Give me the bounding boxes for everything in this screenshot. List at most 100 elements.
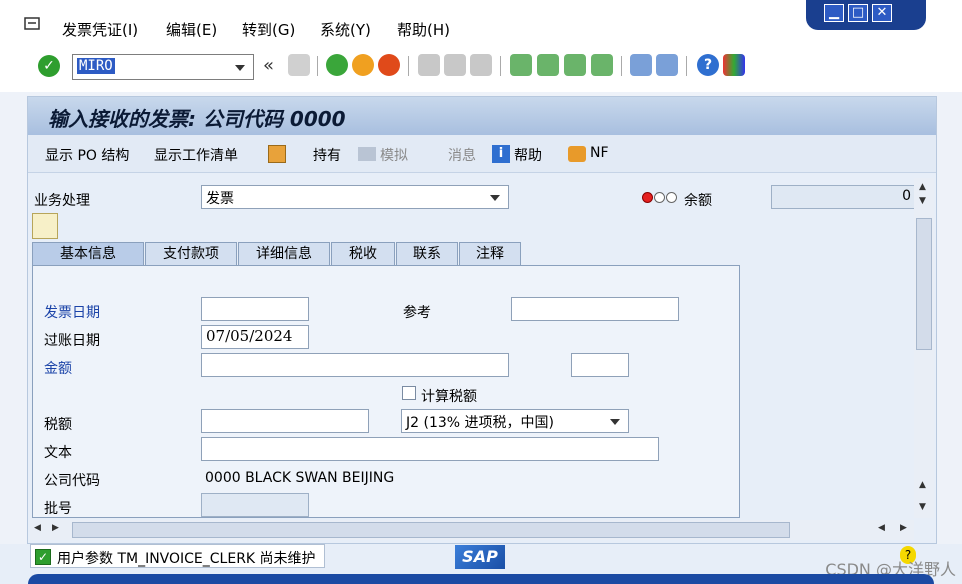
scroll-down-icon[interactable]: ▼ [919, 196, 926, 206]
currency-field[interactable] [571, 353, 629, 377]
company-code-label: 公司代码 [44, 473, 100, 489]
tab-details[interactable]: 详细信息 [238, 242, 330, 266]
tax-code-select[interactable]: J2 (13% 进项税，中国) [401, 409, 629, 433]
window-controls: ▁ □ ✕ [806, 0, 926, 30]
tab-payment[interactable]: 支付款项 [145, 242, 237, 266]
calc-tax-label: 计算税额 [421, 389, 477, 405]
tab-tax[interactable]: 税收 [331, 242, 395, 266]
shortcut-icon[interactable] [656, 54, 678, 76]
nf-button[interactable]: NF [568, 145, 609, 162]
toolbar-separator [686, 56, 687, 76]
help-button[interactable]: i 帮助 [492, 145, 542, 165]
layout-menu-icon[interactable] [723, 54, 745, 76]
scroll-left-icon[interactable]: ◀ [878, 523, 885, 533]
help-icon[interactable]: ? [697, 54, 719, 76]
scroll-up-icon[interactable]: ▲ [919, 480, 926, 490]
close-icon[interactable]: ✕ [872, 4, 892, 22]
exit-icon[interactable] [352, 54, 374, 76]
text-field[interactable] [201, 437, 659, 461]
status-message-text: 用户参数 TM_INVOICE_CLERK 尚未维护 [57, 551, 316, 567]
window-menu-icon[interactable] [24, 17, 44, 33]
first-page-icon[interactable] [510, 54, 532, 76]
transaction-label: 业务处理 [34, 193, 90, 209]
scroll-thumb[interactable] [916, 218, 932, 350]
layout-toggle-icon[interactable] [32, 213, 58, 239]
tab-basic-data[interactable]: 基本信息 [32, 242, 144, 266]
cancel-icon[interactable] [378, 54, 400, 76]
company-code-value: 0000 BLACK SWAN BEIJING [205, 470, 395, 486]
text-label: 文本 [44, 445, 72, 461]
toolbar-separator [500, 56, 501, 76]
tab-contact[interactable]: 联系 [396, 242, 458, 266]
scroll-down-icon[interactable]: ▼ [919, 502, 926, 512]
next-page-icon[interactable] [564, 54, 586, 76]
scroll-right-icon[interactable]: ▶ [52, 523, 59, 533]
sap-logo: SAP [455, 545, 505, 569]
maximize-icon[interactable]: □ [848, 4, 868, 22]
toolbar-separator [317, 56, 318, 76]
previous-page-icon[interactable] [537, 54, 559, 76]
menu-invoice-document[interactable]: 发票凭证(I) [62, 19, 138, 40]
collapse-command-icon[interactable]: « [263, 55, 274, 76]
menu-goto[interactable]: 转到(G) [242, 19, 295, 40]
reference-label: 参考 [403, 305, 431, 321]
balance-label: 余额 [684, 193, 712, 209]
tax-amount-label: 税额 [44, 417, 72, 433]
nf-icon [568, 146, 586, 162]
save-icon[interactable] [288, 54, 310, 76]
command-field-value: MIRO [77, 58, 115, 74]
batch-field [201, 493, 309, 517]
vertical-scrollbar[interactable]: ▲ ▼ ▲ ▼ [914, 178, 934, 518]
reference-field[interactable] [511, 297, 679, 321]
print-icon[interactable] [418, 54, 440, 76]
minimize-icon[interactable]: ▁ [824, 4, 844, 22]
success-check-icon: ✓ [35, 549, 51, 565]
info-icon: i [492, 145, 510, 163]
scroll-left-icon[interactable]: ◀ [34, 523, 41, 533]
status-message[interactable]: ✓ 用户参数 TM_INVOICE_CLERK 尚未维护 [30, 544, 325, 568]
amount-field[interactable] [201, 353, 509, 377]
posting-date-label: 过账日期 [44, 333, 100, 349]
scroll-right-icon[interactable]: ▶ [900, 523, 907, 533]
menu-help[interactable]: 帮助(H) [397, 19, 450, 40]
help-button-label: 帮助 [514, 148, 542, 164]
transaction-value: 发票 [206, 191, 234, 207]
show-worklist-button[interactable]: 显示工作清单 [154, 145, 238, 165]
menu-edit[interactable]: 编辑(E) [166, 19, 217, 40]
invoice-date-field[interactable] [201, 297, 309, 321]
new-session-icon[interactable] [630, 54, 652, 76]
hold-button[interactable]: 持有 [313, 145, 341, 165]
find-icon[interactable] [444, 54, 466, 76]
messages-button[interactable]: 消息 [448, 145, 476, 165]
nf-button-label: NF [590, 145, 609, 161]
posting-date-field[interactable]: 07/05/2024 [201, 325, 309, 349]
application-toolbar: 显示 PO 结构 显示工作清单 持有 模拟 消息 i 帮助 NF [28, 135, 936, 173]
tab-notes[interactable]: 注释 [459, 242, 521, 266]
simulate-button-label: 模拟 [380, 148, 408, 164]
last-page-icon[interactable] [591, 54, 613, 76]
scroll-thumb[interactable] [72, 522, 790, 538]
amount-label: 金额 [44, 361, 72, 377]
back-icon[interactable] [326, 54, 348, 76]
simulate-button[interactable]: 模拟 [358, 145, 408, 165]
tax-amount-field[interactable] [201, 409, 369, 433]
page-title: 输入接收的发票: 公司代码 0000 [48, 107, 346, 131]
transaction-select[interactable]: 发票 [201, 185, 509, 209]
calc-tax-checkbox[interactable] [402, 386, 416, 400]
chevron-down-icon[interactable] [610, 419, 620, 425]
chevron-down-icon[interactable] [490, 195, 500, 201]
scroll-up-icon[interactable]: ▲ [919, 182, 926, 192]
menu-system[interactable]: 系统(Y) [320, 19, 371, 40]
command-field[interactable]: MIRO [72, 54, 254, 80]
enter-check-icon[interactable]: ✓ [38, 55, 60, 77]
chevron-down-icon[interactable] [235, 65, 245, 71]
document-icon[interactable] [268, 145, 286, 163]
horizontal-scrollbar[interactable]: ◀ ▶ ◀ ▶ [30, 520, 914, 540]
toolbar-separator [408, 56, 409, 76]
simulate-icon [358, 147, 376, 161]
show-po-structure-button[interactable]: 显示 PO 结构 [45, 145, 129, 165]
batch-label: 批号 [44, 501, 72, 517]
balance-status-light-icon [642, 192, 678, 204]
find-next-icon[interactable] [470, 54, 492, 76]
toolbar-separator [621, 56, 622, 76]
